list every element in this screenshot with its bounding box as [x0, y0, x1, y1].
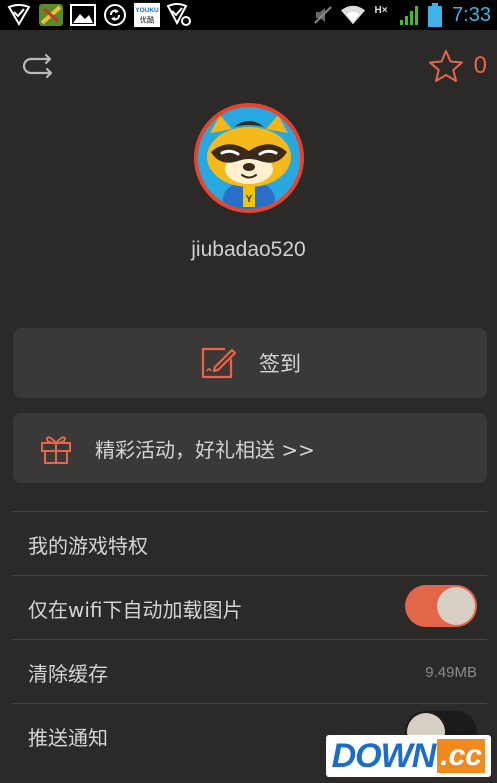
mute-icon: [310, 3, 336, 27]
favorites-count: 0: [473, 52, 487, 79]
divider: [13, 639, 487, 640]
watermark-logo: DOWN .cc: [325, 735, 491, 777]
back-button[interactable]: [18, 50, 58, 84]
svg-text:Y: Y: [246, 194, 253, 205]
checkin-label: 签到: [259, 352, 301, 376]
avatar[interactable]: Y: [194, 103, 304, 213]
network-label: H×: [375, 5, 388, 16]
game-app-icon: [38, 3, 64, 27]
youku-app-icon: YOUKU 优酷: [134, 2, 160, 28]
raccoon-mascot-avatar: Y: [198, 107, 300, 209]
notification-shield-icon: [6, 3, 32, 27]
divider: [13, 575, 487, 576]
clear-cache-row[interactable]: 清除缓存 9.49MB: [13, 641, 487, 703]
youku-label: YOUKU: [135, 7, 159, 14]
watermark-text: DOWN: [331, 736, 437, 775]
events-banner[interactable]: 精彩活动，好礼相送 >>: [13, 413, 487, 483]
edit-sign-icon: [201, 347, 237, 379]
checkin-button[interactable]: 签到: [13, 328, 487, 398]
sync-icon: [102, 3, 128, 27]
battery-icon: [426, 3, 444, 27]
star-icon: [428, 50, 463, 82]
watermark-suffix: .cc: [437, 739, 485, 773]
username: jiubadao520: [191, 238, 306, 261]
shield-settings-icon: [166, 3, 192, 27]
return-arrow-icon: [22, 53, 53, 79]
divider: [13, 511, 487, 512]
push-label: 推送通知: [28, 725, 108, 750]
signal-icon: [396, 3, 422, 27]
cache-size: 9.49MB: [425, 663, 477, 681]
wifi-only-label: 仅在wifi下自动加载图片: [28, 597, 243, 622]
my-game-privileges-row[interactable]: 我的游戏特权: [13, 513, 487, 575]
events-label: 精彩活动，好礼相送 >>: [95, 437, 315, 462]
clock: 7:33: [452, 3, 491, 26]
gift-icon: [41, 436, 71, 464]
privileges-label: 我的游戏特权: [28, 533, 148, 558]
favorites-button[interactable]: 0: [428, 48, 487, 84]
wifi-icon: [340, 3, 366, 27]
wifi-only-toggle[interactable]: [405, 585, 477, 627]
youku-sublabel: 优酷: [140, 14, 155, 24]
top-bar: 0: [0, 30, 497, 100]
network-hx-icon: H×: [370, 3, 392, 27]
status-bar: YOUKU 优酷 H× 7:33: [0, 0, 497, 30]
clear-cache-label: 清除缓存: [28, 661, 108, 686]
divider: [13, 703, 487, 704]
toggle-knob: [437, 587, 475, 625]
image-icon: [70, 3, 96, 27]
